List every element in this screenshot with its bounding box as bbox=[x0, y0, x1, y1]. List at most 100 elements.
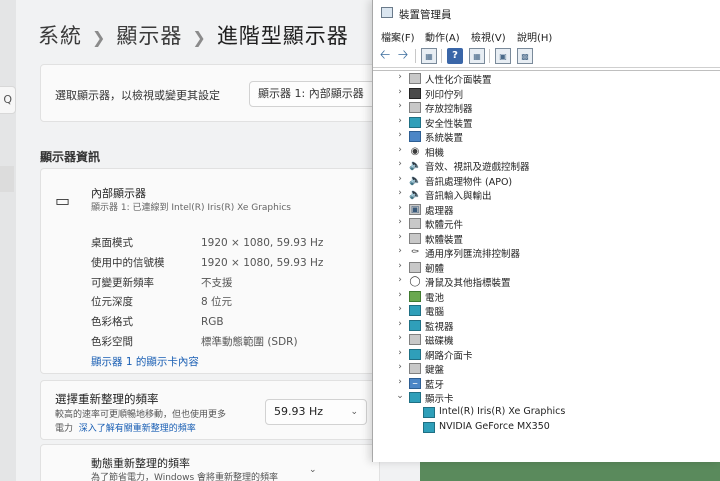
breadcrumb-display[interactable]: 顯示器 bbox=[116, 24, 182, 48]
chevron-right-icon[interactable]: › bbox=[395, 333, 405, 343]
chevron-right-icon[interactable]: › bbox=[395, 217, 405, 227]
update-driver-icon[interactable]: ▦ bbox=[469, 48, 485, 64]
nav-item[interactable] bbox=[0, 166, 14, 192]
tree-item-label: 鍵盤 bbox=[425, 365, 445, 376]
tree-item[interactable]: › 電池 bbox=[373, 290, 720, 305]
page-title: 進階型顯示器 bbox=[216, 24, 349, 48]
dynamic-refresh-card[interactable]: 動態重新整理的頻率 為了節省電力，Windows 會將重新整理的頻率 ⌄ bbox=[40, 444, 380, 481]
refresh-rate-dropdown[interactable]: 59.93 Hz ⌄ bbox=[265, 399, 367, 425]
tree-item[interactable]: › ◯ 滑鼠及其他指標裝置 bbox=[373, 275, 720, 290]
tree-child-label: NVIDIA GeForce MX350 bbox=[439, 420, 550, 432]
tree-item[interactable]: › 鍵盤 bbox=[373, 362, 720, 377]
properties-icon[interactable]: ▦ bbox=[421, 48, 437, 64]
laptop-icon: ▭ bbox=[55, 191, 71, 210]
menu-file[interactable]: 檔案(F) bbox=[381, 29, 415, 44]
scan-hardware-icon[interactable]: ▣ bbox=[495, 48, 511, 64]
chevron-right-icon[interactable]: › bbox=[395, 377, 405, 387]
chevron-right-icon[interactable]: › bbox=[395, 246, 405, 256]
tree-item[interactable]: › 🔈 音訊處理物件 (APO) bbox=[373, 174, 720, 189]
help-icon[interactable]: ? bbox=[447, 48, 463, 64]
chevron-right-icon[interactable]: › bbox=[395, 72, 405, 82]
chevron-down-icon[interactable]: ⌄ bbox=[395, 391, 405, 401]
tree-item[interactable]: › 🔈 音訊輸入與輸出 bbox=[373, 188, 720, 203]
chevron-right-icon[interactable]: › bbox=[395, 275, 405, 285]
section-title: 顯示器資訊 bbox=[40, 150, 101, 164]
tree-item-label: 處理器 bbox=[425, 205, 454, 217]
tree-item-label: 通用序列匯流排控制器 bbox=[425, 249, 521, 260]
display-name: 內部顯示器 bbox=[91, 187, 146, 200]
title-bar[interactable]: 裝置管理員 bbox=[373, 0, 720, 26]
search-icon[interactable]: Q bbox=[0, 86, 16, 114]
tree-item[interactable]: › ◉ 相機 bbox=[373, 145, 720, 160]
tree-child-item[interactable]: NVIDIA GeForce MX350 bbox=[373, 421, 720, 436]
breadcrumb-system[interactable]: 系統 bbox=[38, 24, 82, 48]
info-key: 色彩格式 bbox=[91, 316, 133, 328]
adapter-properties-link[interactable]: 顯示器 1 的顯示卡內容 bbox=[91, 354, 199, 369]
menu-help[interactable]: 說明(H) bbox=[517, 29, 552, 44]
chevron-right-icon[interactable]: › bbox=[395, 116, 405, 126]
chevron-right-icon[interactable]: › bbox=[395, 145, 405, 155]
keyboard-icon bbox=[409, 363, 421, 374]
chevron-down-icon[interactable]: ⌄ bbox=[309, 465, 317, 475]
tree-item[interactable]: › 監視器 bbox=[373, 319, 720, 334]
monitor-scan-icon[interactable]: ▩ bbox=[517, 48, 533, 64]
tree-item[interactable]: › 韌體 bbox=[373, 261, 720, 276]
chevron-right-icon[interactable]: › bbox=[395, 130, 405, 140]
tree-item[interactable]: › 電腦 bbox=[373, 304, 720, 319]
chevron-right-icon[interactable]: › bbox=[395, 232, 405, 242]
forward-arrow-icon[interactable]: 🡢 bbox=[395, 48, 411, 64]
tree-item[interactable]: › 人性化介面裝置 bbox=[373, 72, 720, 87]
chevron-right-icon[interactable]: › bbox=[395, 348, 405, 358]
refresh-rate-learn-more-link[interactable]: 深入了解有關重新整理的頻率 bbox=[79, 424, 196, 434]
tree-item[interactable]: › ⚰ 通用序列匯流排控制器 bbox=[373, 246, 720, 261]
tree-item-label: 軟體元件 bbox=[425, 220, 464, 231]
toolbar: 🡠 🡢 ▦ ? ▦ ▣ ▩ bbox=[373, 44, 720, 68]
info-value: 不支援 bbox=[201, 277, 233, 289]
sound-icon: 🔈 bbox=[409, 160, 422, 171]
back-arrow-icon[interactable]: 🡠 bbox=[377, 48, 393, 64]
display-subtitle: 顯示器 1: 已連線到 Intel(R) Iris(R) Xe Graphics bbox=[91, 203, 291, 213]
display-select-dropdown[interactable]: 顯示器 1: 內部顯示器 bbox=[249, 81, 379, 107]
tree-item-label: 人性化介面裝置 bbox=[425, 75, 492, 86]
tree-item[interactable]: › 存放控制器 bbox=[373, 101, 720, 116]
chevron-right-icon[interactable]: › bbox=[395, 290, 405, 300]
menu-action[interactable]: 動作(A) bbox=[425, 29, 460, 44]
chevron-right-icon[interactable]: › bbox=[395, 304, 405, 314]
menu-bar: 檔案(F) 動作(A) 檢視(V) 說明(H) bbox=[373, 26, 720, 44]
tree-item[interactable]: › 軟體裝置 bbox=[373, 232, 720, 247]
tree-item[interactable]: › ▣ 處理器 bbox=[373, 203, 720, 218]
tree-item[interactable]: › 藍牙 bbox=[373, 377, 720, 392]
tree-item[interactable]: › 軟體元件 bbox=[373, 217, 720, 232]
tree-item-label: 藍牙 bbox=[425, 379, 445, 391]
info-value: 1920 × 1080, 59.93 Hz bbox=[201, 237, 324, 249]
audio-apo-icon: 🔈 bbox=[409, 174, 422, 186]
tree-item[interactable]: › 列印佇列 bbox=[373, 87, 720, 102]
chevron-right-icon[interactable]: › bbox=[395, 101, 405, 111]
tree-item[interactable]: › 系統裝置 bbox=[373, 130, 720, 145]
chevron-right-icon[interactable]: › bbox=[395, 159, 405, 169]
mouse-icon: ◯ bbox=[409, 276, 421, 287]
chevron-right-icon[interactable]: › bbox=[395, 87, 405, 97]
menu-view[interactable]: 檢視(V) bbox=[471, 29, 506, 44]
tree-item[interactable]: ⌄ 顯示卡 bbox=[373, 391, 720, 406]
tree-item-label: 相機 bbox=[425, 147, 445, 159]
tree-item[interactable]: › 🔈 音效、視訊及遊戲控制器 bbox=[373, 159, 720, 174]
select-display-card: 選取顯示器，以檢視或變更其設定 顯示器 1: 內部顯示器 bbox=[40, 64, 380, 122]
chevron-right-icon[interactable]: › bbox=[395, 174, 405, 184]
chevron-right-icon[interactable]: › bbox=[395, 203, 405, 213]
tree-item[interactable]: › 磁碟機 bbox=[373, 333, 720, 348]
display-adapter-icon bbox=[409, 392, 421, 403]
usb-icon: ⚰ bbox=[410, 247, 420, 258]
tree-item-label: 存放控制器 bbox=[425, 104, 473, 115]
info-value: RGB bbox=[201, 316, 224, 328]
tree-item[interactable]: › 網路介面卡 bbox=[373, 348, 720, 363]
info-key: 桌面模式 bbox=[91, 237, 133, 249]
tree-item[interactable]: › 安全性裝置 bbox=[373, 116, 720, 131]
tree-child-item[interactable]: Intel(R) Iris(R) Xe Graphics bbox=[373, 406, 720, 421]
chevron-right-icon[interactable]: › bbox=[395, 261, 405, 271]
chevron-right-icon[interactable]: › bbox=[395, 319, 405, 329]
display-info-card: ▭ 內部顯示器 顯示器 1: 已連線到 Intel(R) Iris(R) Xe … bbox=[40, 168, 380, 374]
chevron-right-icon[interactable]: › bbox=[395, 362, 405, 372]
chevron-right-icon[interactable]: › bbox=[395, 188, 405, 198]
audio-io-icon: 🔈 bbox=[409, 189, 422, 200]
